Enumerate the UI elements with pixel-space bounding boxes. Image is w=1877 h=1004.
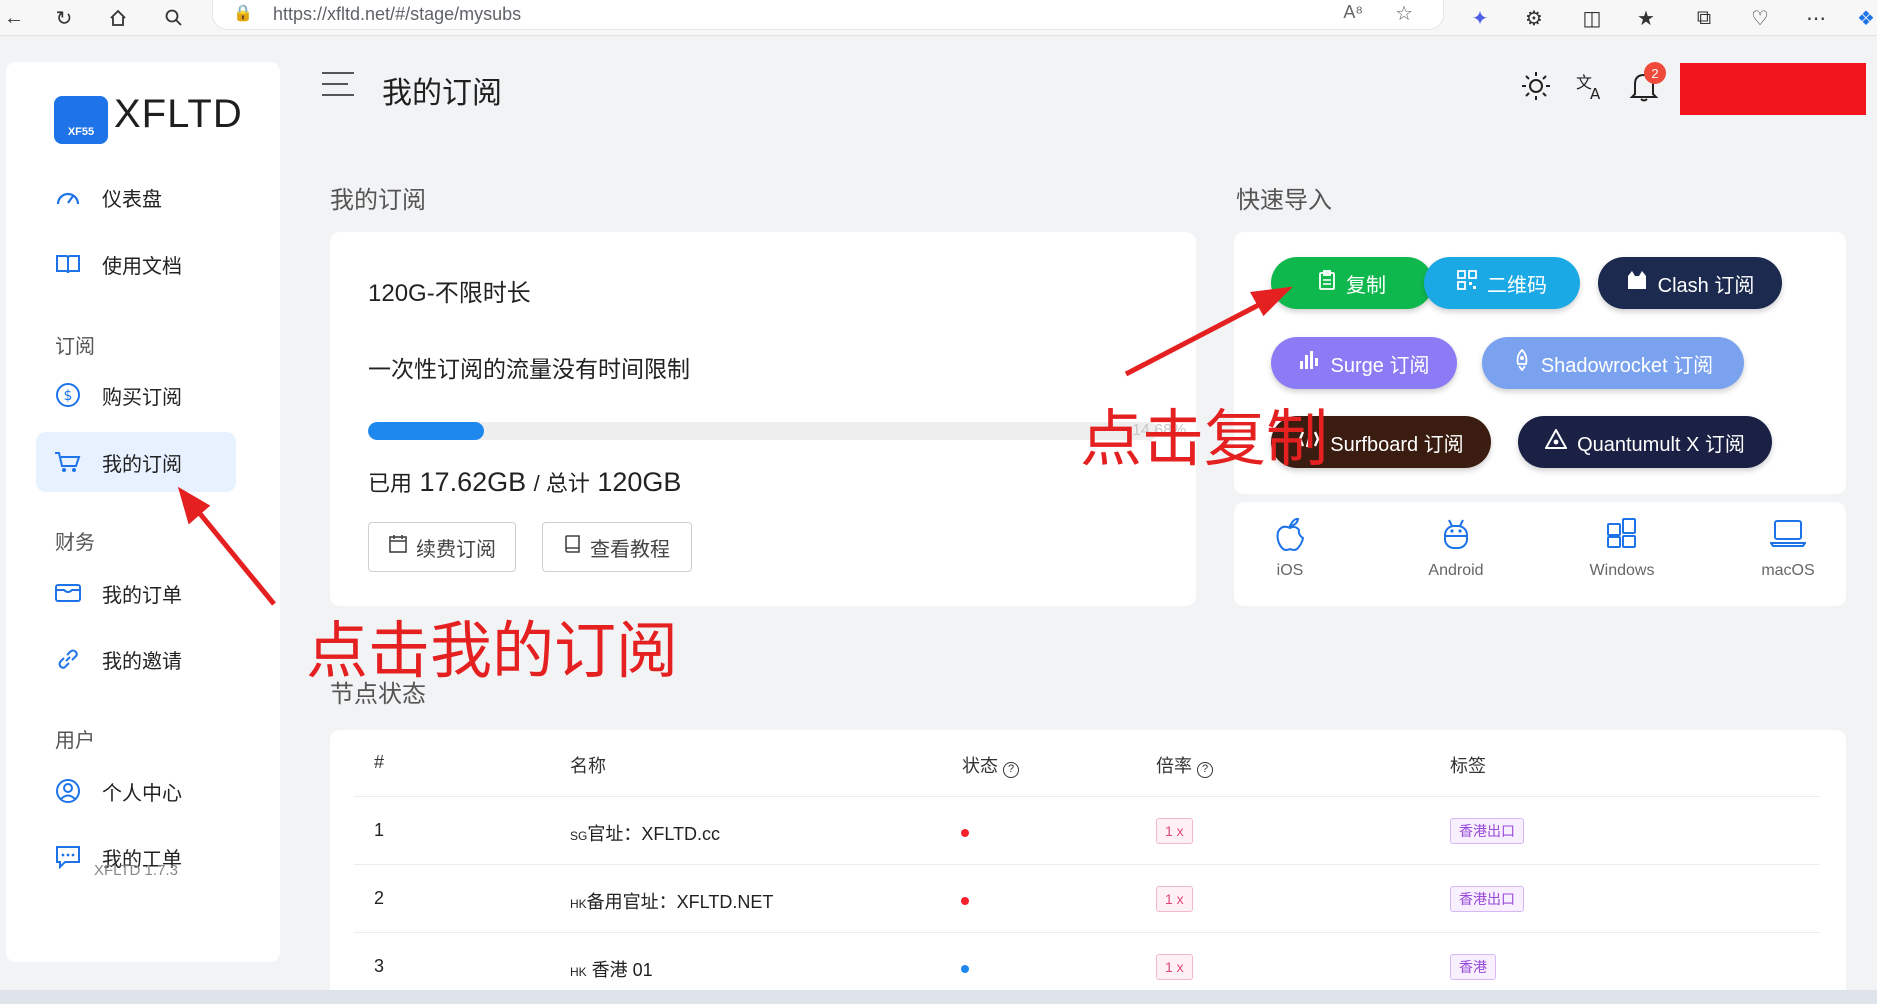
annotation-click-copy: 点击复制 <box>1080 402 1329 475</box>
arrow-to-copy <box>1124 295 1274 377</box>
annotation-arrows <box>177 286 1293 606</box>
os-taskbar <box>0 990 1877 1004</box>
annotation-click-mysubs: 点击我的订阅 <box>306 614 679 687</box>
arrow-to-mysubs <box>190 502 276 606</box>
arrow-head-copy <box>1250 286 1293 317</box>
